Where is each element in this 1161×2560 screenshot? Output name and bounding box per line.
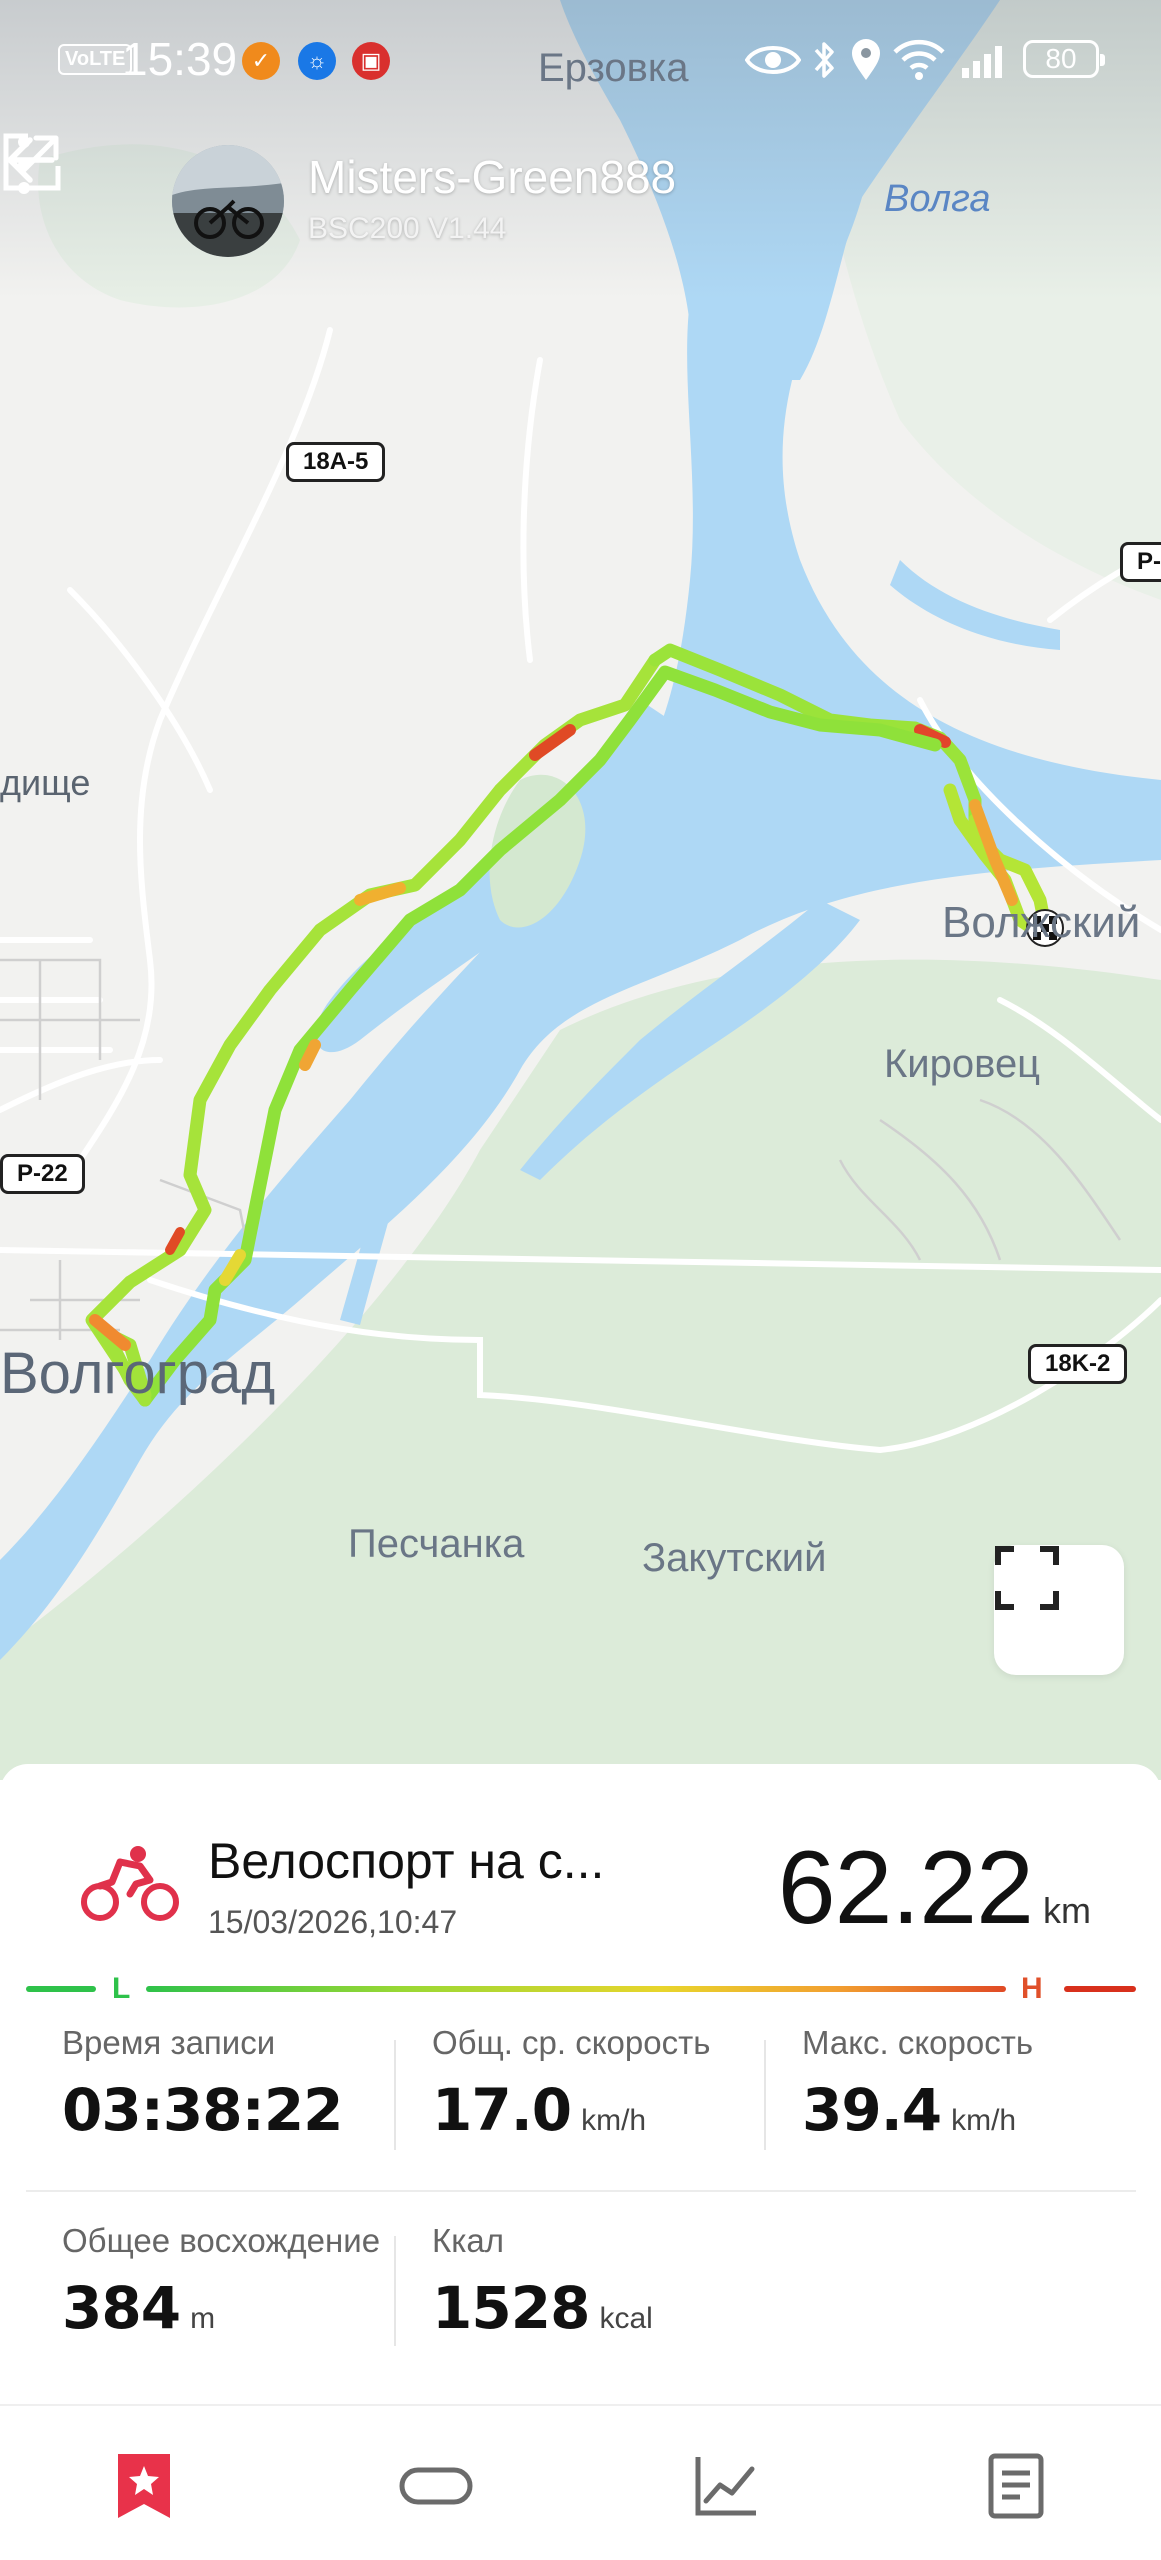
stat-label: Время записи xyxy=(62,2024,276,2061)
road-badge: 18K-2 xyxy=(1028,1344,1128,1384)
user-name: Misters-Green888 xyxy=(308,151,677,203)
stat-ascent: Общее восхождение 384 m xyxy=(62,2222,432,2342)
avatar-image xyxy=(172,145,284,257)
divider xyxy=(394,2236,396,2346)
stat-unit: km/h xyxy=(951,2104,1017,2137)
road-badge: P- xyxy=(1120,542,1161,582)
chart-icon xyxy=(695,2457,756,2516)
fullscreen-button[interactable] xyxy=(994,1545,1124,1675)
location-icon xyxy=(852,39,880,80)
bluetooth-icon xyxy=(814,42,834,78)
stat-avg-speed: Общ. ср. скорость 17.0 km/h xyxy=(432,2024,802,2144)
bookmark-icon xyxy=(118,2454,170,2518)
map-label-kirovets: Кировец xyxy=(884,1042,1041,1086)
document-icon xyxy=(988,2453,1044,2519)
status-time: 15:39 xyxy=(122,33,238,85)
divider xyxy=(394,2040,396,2150)
map-label-volzhsky: Волжский xyxy=(942,898,1141,947)
bottom-navigation xyxy=(0,2404,1161,2560)
signal-icon xyxy=(962,46,1002,78)
stat-label: Общ. ср. скорость xyxy=(432,2024,711,2061)
stat-unit: km/h xyxy=(581,2104,647,2137)
map-label-volgograd: Волгоград xyxy=(0,1341,276,1406)
activity-summary-panel: Велоспорт на с... 15/03/2026,10:47 62.22… xyxy=(0,1764,1161,2404)
cycling-icon xyxy=(81,1846,179,1921)
stat-label: Макс. скорость xyxy=(802,2024,1034,2061)
stat-value: 17.0 xyxy=(432,2076,572,2144)
stat-duration: Время записи 03:38:22 xyxy=(62,2024,432,2144)
app-header: Misters-Green888 BSC200 V1.44 xyxy=(0,130,1161,270)
river-channel xyxy=(890,560,1060,650)
legend-high-bar xyxy=(1064,1986,1136,1992)
notification-app-icon: ✓ xyxy=(242,42,280,80)
divider xyxy=(764,2040,766,2150)
more-options-button[interactable] xyxy=(0,130,48,200)
legend-gradient xyxy=(146,1986,1006,1992)
loop-icon xyxy=(399,2467,473,2505)
distance-unit: km xyxy=(1043,1890,1091,1931)
distance-display: 62.22 km xyxy=(778,1829,1091,1948)
map-label-zakutsky: Закутский xyxy=(642,1536,827,1580)
nav-item-charts[interactable] xyxy=(686,2446,766,2526)
stat-unit: kcal xyxy=(599,2302,653,2335)
sport-type[interactable]: Велоспорт на с... xyxy=(208,1832,604,1890)
stat-value: 03:38:22 xyxy=(62,2076,344,2144)
speed-legend: L H xyxy=(26,1964,1136,2014)
lightbulb-icon: ☼ xyxy=(298,42,336,80)
road-badge: P-22 xyxy=(0,1154,85,1194)
legend-high-label: H xyxy=(1021,1972,1043,2005)
track-outbound-orange xyxy=(354,882,406,906)
route-map[interactable]: Ерзовка Волга дище Волжский Кировец Волг… xyxy=(0,0,1161,1780)
stat-max-speed: Макс. скорость 39.4 km/h xyxy=(802,2024,1161,2144)
stat-label: Ккал xyxy=(432,2222,504,2259)
nav-item-laps[interactable] xyxy=(396,2446,476,2526)
legend-low-label: L xyxy=(112,1972,131,2005)
legend-low-bar xyxy=(26,1986,96,1992)
distance-value: 62.22 xyxy=(777,1830,1034,1946)
device-info: BSC200 V1.44 xyxy=(308,212,507,245)
app-icon: ▣ xyxy=(352,42,390,80)
eye-icon xyxy=(745,46,801,74)
stat-label: Общее восхождение xyxy=(62,2222,381,2259)
map-label-peschanka: Песчанка xyxy=(348,1522,525,1566)
activity-datetime: 15/03/2026,10:47 xyxy=(208,1904,458,1940)
fullscreen-icon xyxy=(995,1546,1059,1610)
divider xyxy=(26,2190,1136,2192)
nav-item-details[interactable] xyxy=(976,2446,1056,2526)
stat-value: 384 xyxy=(62,2274,181,2342)
stat-value: 1528 xyxy=(432,2274,590,2342)
battery-icon: 80 xyxy=(1023,40,1105,78)
road-badge: 18A-5 xyxy=(286,442,386,482)
status-bar: VoLTE 15:39 ✓ ☼ ▣ 80 xyxy=(0,0,1161,120)
stat-calories: Ккал 1528 kcal xyxy=(432,2222,802,2342)
avatar[interactable] xyxy=(172,145,284,257)
wifi-icon xyxy=(893,39,945,80)
nav-item-highlights[interactable] xyxy=(104,2446,184,2526)
stat-unit: m xyxy=(190,2302,216,2335)
stat-value: 39.4 xyxy=(802,2076,942,2144)
map-label-gorodishche: дище xyxy=(0,762,91,803)
